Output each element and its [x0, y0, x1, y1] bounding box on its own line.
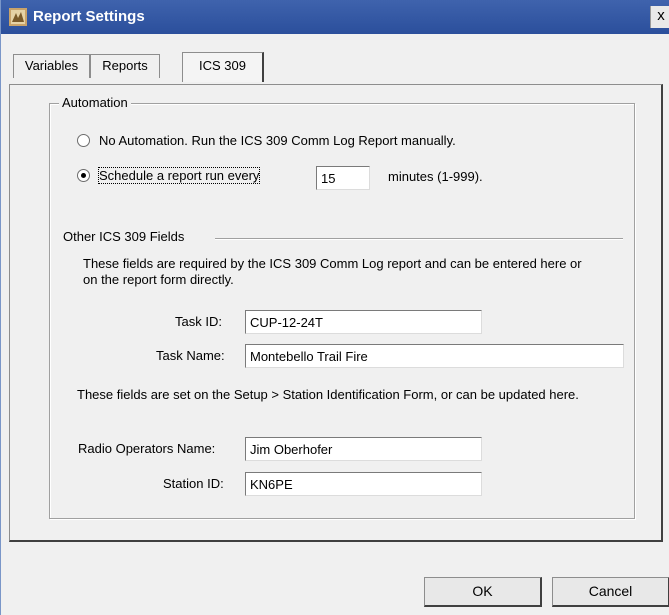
report-settings-dialog: Report Settings x Variables Reports ICS …	[0, 0, 669, 615]
minutes-input[interactable]	[316, 166, 370, 190]
schedule-option[interactable]: Schedule a report run every	[77, 167, 261, 184]
no-automation-option[interactable]: No Automation. Run the ICS 309 Comm Log …	[77, 133, 456, 148]
fields-description: These fields are required by the ICS 309…	[83, 256, 582, 287]
schedule-label[interactable]: Schedule a report run every	[97, 167, 261, 184]
task-id-label: Task ID:	[175, 314, 222, 329]
operator-name-label: Radio Operators Name:	[78, 441, 216, 456]
ok-button[interactable]: OK	[424, 577, 542, 607]
title-bar[interactable]: Report Settings x	[1, 0, 669, 34]
minutes-suffix: minutes (1-999).	[388, 169, 483, 184]
task-name-label: Task Name:	[156, 348, 225, 363]
tab-ics-309[interactable]: ICS 309	[182, 52, 264, 82]
close-button[interactable]: x	[650, 6, 669, 28]
station-id-input[interactable]	[245, 472, 482, 496]
window-title: Report Settings	[33, 8, 145, 25]
task-name-input[interactable]	[245, 344, 624, 368]
section-divider	[215, 238, 623, 240]
no-automation-label[interactable]: No Automation. Run the ICS 309 Comm Log …	[99, 133, 456, 148]
other-fields-section-label: Other ICS 309 Fields	[63, 229, 185, 244]
tab-reports[interactable]: Reports	[90, 54, 160, 78]
app-icon	[9, 8, 27, 26]
station-description: These fields are set on the Setup > Stat…	[77, 387, 579, 402]
tab-strip: Variables Reports ICS 309	[1, 34, 669, 82]
task-id-input[interactable]	[245, 310, 482, 334]
tab-variables[interactable]: Variables	[13, 54, 90, 78]
cancel-button[interactable]: Cancel	[552, 577, 669, 607]
schedule-radio[interactable]	[77, 169, 90, 182]
automation-group-label: Automation	[59, 95, 131, 110]
station-id-label: Station ID:	[163, 476, 224, 491]
operator-name-input[interactable]	[245, 437, 482, 461]
no-automation-radio[interactable]	[77, 134, 90, 147]
